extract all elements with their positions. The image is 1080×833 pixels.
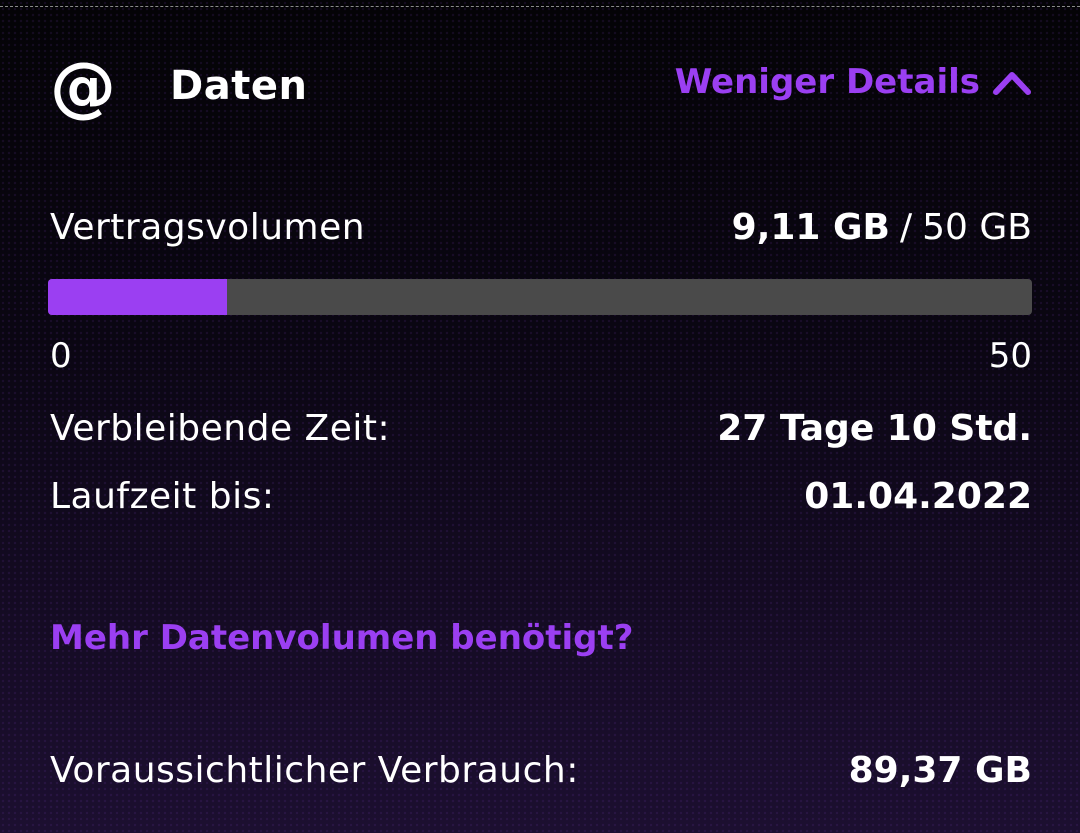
contract-volume-value: 9,11 GB / 50 GB (732, 207, 1032, 248)
less-details-toggle[interactable]: Weniger Details (675, 56, 1032, 108)
more-data-volume-link[interactable]: Mehr Datenvolumen benötigt? (50, 612, 633, 664)
contract-volume-row: Vertragsvolumen 9,11 GB / 50 GB (50, 200, 1032, 254)
progress-scale: 0 50 (50, 332, 1032, 380)
term-end-label: Laufzeit bis: (50, 475, 275, 517)
used-volume: 9,11 GB (731, 206, 890, 248)
remaining-time-row: Verbleibende Zeit: 27 Tage 10 Std. (50, 400, 1032, 456)
term-end-row: Laufzeit bis: 01.04.2022 (50, 468, 1032, 524)
volume-progress-fill (48, 279, 228, 315)
scale-min: 0 (50, 336, 72, 376)
term-end-value: 01.04.2022 (804, 475, 1032, 517)
less-details-label: Weniger Details (674, 62, 980, 102)
forecast-usage-label: Voraussichtlicher Verbrauch: (50, 749, 579, 791)
chevron-up-icon (993, 72, 1031, 95)
remaining-time-label: Verbleibende Zeit: (50, 407, 391, 449)
contract-volume-label: Vertragsvolumen (50, 206, 366, 248)
volume-progress-bar (48, 279, 1032, 315)
volume-separator: / (900, 206, 913, 248)
scale-max: 50 (988, 336, 1032, 376)
forecast-usage-value: 89,37 GB (848, 749, 1032, 791)
section-title: Daten (170, 63, 308, 109)
at-icon: @ (50, 48, 116, 125)
remaining-time-value: 27 Tage 10 Std. (717, 407, 1032, 449)
top-divider (0, 6, 1080, 7)
data-section-header: @ Daten Weniger Details (50, 52, 1032, 122)
total-volume: 50 GB (922, 206, 1032, 248)
forecast-usage-row: Voraussichtlicher Verbrauch: 89,37 GB (50, 742, 1032, 798)
